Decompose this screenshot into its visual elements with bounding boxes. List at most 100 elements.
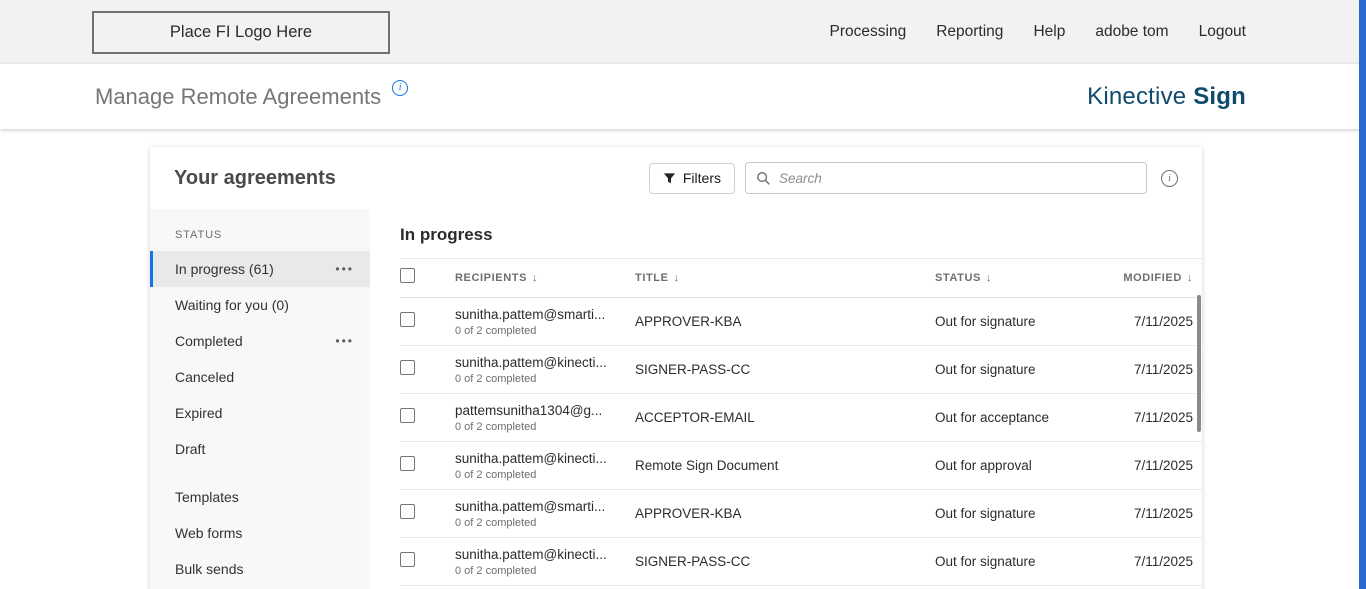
agreement-title: APPROVER-KBA [635,506,742,521]
agreement-status: Out for approval [935,458,1032,473]
sidebar-item[interactable]: Canceled [150,359,370,395]
agreement-modified: 7/11/2025 [1133,314,1193,329]
sidebar-item[interactable]: Bulk sends [150,551,370,587]
column-header-status[interactable]: STATUS ↓ [935,272,1095,284]
recipient-email: sunitha.pattem@smarti... [455,306,606,322]
brand-logo: Kinective Sign [1087,83,1246,111]
scrollbar-thumb[interactable] [1197,295,1201,432]
row-checkbox[interactable] [400,407,415,423]
table-row[interactable]: sunitha.pattem@kinecti... 0 of 2 complet… [400,538,1202,586]
sidebar-item-label: Web forms [175,525,243,541]
sidebar-item-label: In progress (61) [175,261,274,277]
recipient-email: sunitha.pattem@kinecti... [455,354,607,370]
sidebar-item-label: Expired [175,405,223,421]
sidebar-item[interactable]: In progress (61) ••• [150,251,370,287]
sidebar-item-label: Waiting for you (0) [175,297,289,313]
row-checkbox[interactable] [400,503,415,519]
search-input[interactable] [779,170,1136,186]
sidebar-item-label: Draft [175,441,206,457]
sidebar-item-label: Bulk sends [175,561,244,577]
sidebar-item[interactable]: Web forms [150,515,370,551]
fi-logo-text: Place FI Logo Here [169,22,313,41]
nav-item[interactable]: Help [1033,23,1065,41]
sidebar-item[interactable]: Templates [150,479,370,515]
agreement-modified: 7/11/2025 [1133,410,1193,425]
agreement-modified: 7/11/2025 [1133,554,1193,569]
row-checkbox[interactable] [400,359,415,375]
agreement-modified: 7/11/2025 [1133,506,1193,521]
select-all-checkbox[interactable] [400,268,415,283]
agreement-status: Out for signature [935,554,1036,569]
recipient-email: sunitha.pattem@kinecti... [455,450,607,466]
column-header-title[interactable]: TITLE ↓ [635,272,935,284]
column-label: MODIFIED [1123,272,1182,284]
sidebar-item-label: Completed [175,333,243,349]
header-bar: Manage Remote Agreements i Kinective Sig… [0,64,1366,129]
column-label: RECIPIENTS [455,272,528,284]
title-info-icon[interactable]: i [392,79,409,96]
sidebar-status-heading: STATUS [175,229,223,241]
search-box [745,162,1147,194]
agreement-status: Out for signature [935,506,1036,521]
sidebar-item[interactable]: Draft [150,431,370,467]
table-row[interactable]: sunitha.pattem@smarti... 0 of 2 complete… [400,490,1202,538]
sidebar-divider [150,467,370,479]
column-header-recipients[interactable]: RECIPIENTS ↓ [455,272,635,284]
recipient-progress: 0 of 2 completed [455,516,537,529]
agreement-status: Out for acceptance [935,410,1050,425]
nav-item[interactable]: adobe tom [1095,23,1168,41]
agreement-status: Out for signature [935,314,1036,329]
agreement-title: SIGNER-PASS-CC [635,362,751,377]
table-row[interactable]: pattemsunitha1304@g... 0 of 2 completed … [400,394,1202,442]
page-title: Manage Remote Agreements [95,83,382,109]
filter-funnel-icon [663,172,676,185]
row-checkbox[interactable] [400,311,415,327]
card-header: Your agreements Filters i [150,147,1202,209]
table-row[interactable]: sunitha.pattem@kinecti... 0 of 2 complet… [400,442,1202,490]
sidebar-status-list: In progress (61) ••• Waiting for you (0)… [150,251,370,467]
agreement-status: Out for signature [935,362,1036,377]
more-options-icon[interactable]: ••• [335,263,354,275]
table-row[interactable]: sunitha.pattem@smarti... 0 of 2 complete… [400,298,1202,346]
filters-button[interactable]: Filters [648,162,735,194]
agreement-title: Remote Sign Document [635,458,779,473]
list-title: In progress [400,225,493,244]
table-row[interactable]: sunitha.pattem@kinecti... 0 of 2 complet… [400,346,1202,394]
sort-arrow-icon: ↓ [532,272,539,284]
list-info-icon[interactable]: i [1161,169,1178,187]
more-options-icon[interactable]: ••• [335,335,354,347]
sort-arrow-icon: ↓ [673,272,680,284]
column-header-modified[interactable]: MODIFIED ↓ [1095,272,1202,284]
top-bar: Place FI Logo Here Processing Reporting … [0,0,1366,64]
row-checkbox[interactable] [400,455,415,471]
row-checkbox[interactable] [400,551,415,567]
sidebar-item-label: Canceled [175,369,235,385]
agreement-modified: 7/11/2025 [1133,362,1193,377]
sort-arrow-icon: ↓ [985,272,993,284]
card-body: STATUS In progress (61) ••• Waiting for … [150,209,1202,589]
column-label: TITLE [635,272,669,284]
sidebar-item[interactable]: Expired [150,395,370,431]
recipient-progress: 0 of 2 completed [455,468,537,481]
sidebar-item-label: Templates [175,489,239,505]
nav-item[interactable]: Reporting [936,23,1003,41]
nav-item[interactable]: Processing [830,23,907,41]
recipient-email: pattemsunitha1304@g... [455,402,603,418]
recipient-progress: 0 of 2 completed [455,372,537,385]
brand-suffix: Sign [1193,82,1246,110]
nav-item[interactable]: Logout [1199,23,1246,41]
sidebar-item[interactable]: Completed ••• [150,323,370,359]
sort-arrow-icon: ↓ [1186,272,1193,284]
column-label: STATUS [935,272,981,284]
recipient-progress: 0 of 2 completed [455,564,537,577]
agreement-title: APPROVER-KBA [635,314,742,329]
agreements-card: Your agreements Filters i STATUS In prog… [150,147,1202,589]
sidebar-item[interactable]: Waiting for you (0) [150,287,370,323]
sidebar: STATUS In progress (61) ••• Waiting for … [150,209,370,589]
sidebar-secondary-list: Templates Web forms Bulk sends [150,479,370,587]
recipient-email: sunitha.pattem@kinecti... [455,546,607,562]
top-nav: Processing Reporting Help adobe tom Logo… [830,23,1246,41]
recipient-progress: 0 of 2 completed [455,420,537,433]
brand-name: Kinective [1087,82,1187,110]
agreement-table-body: sunitha.pattem@smarti... 0 of 2 complete… [400,298,1202,586]
